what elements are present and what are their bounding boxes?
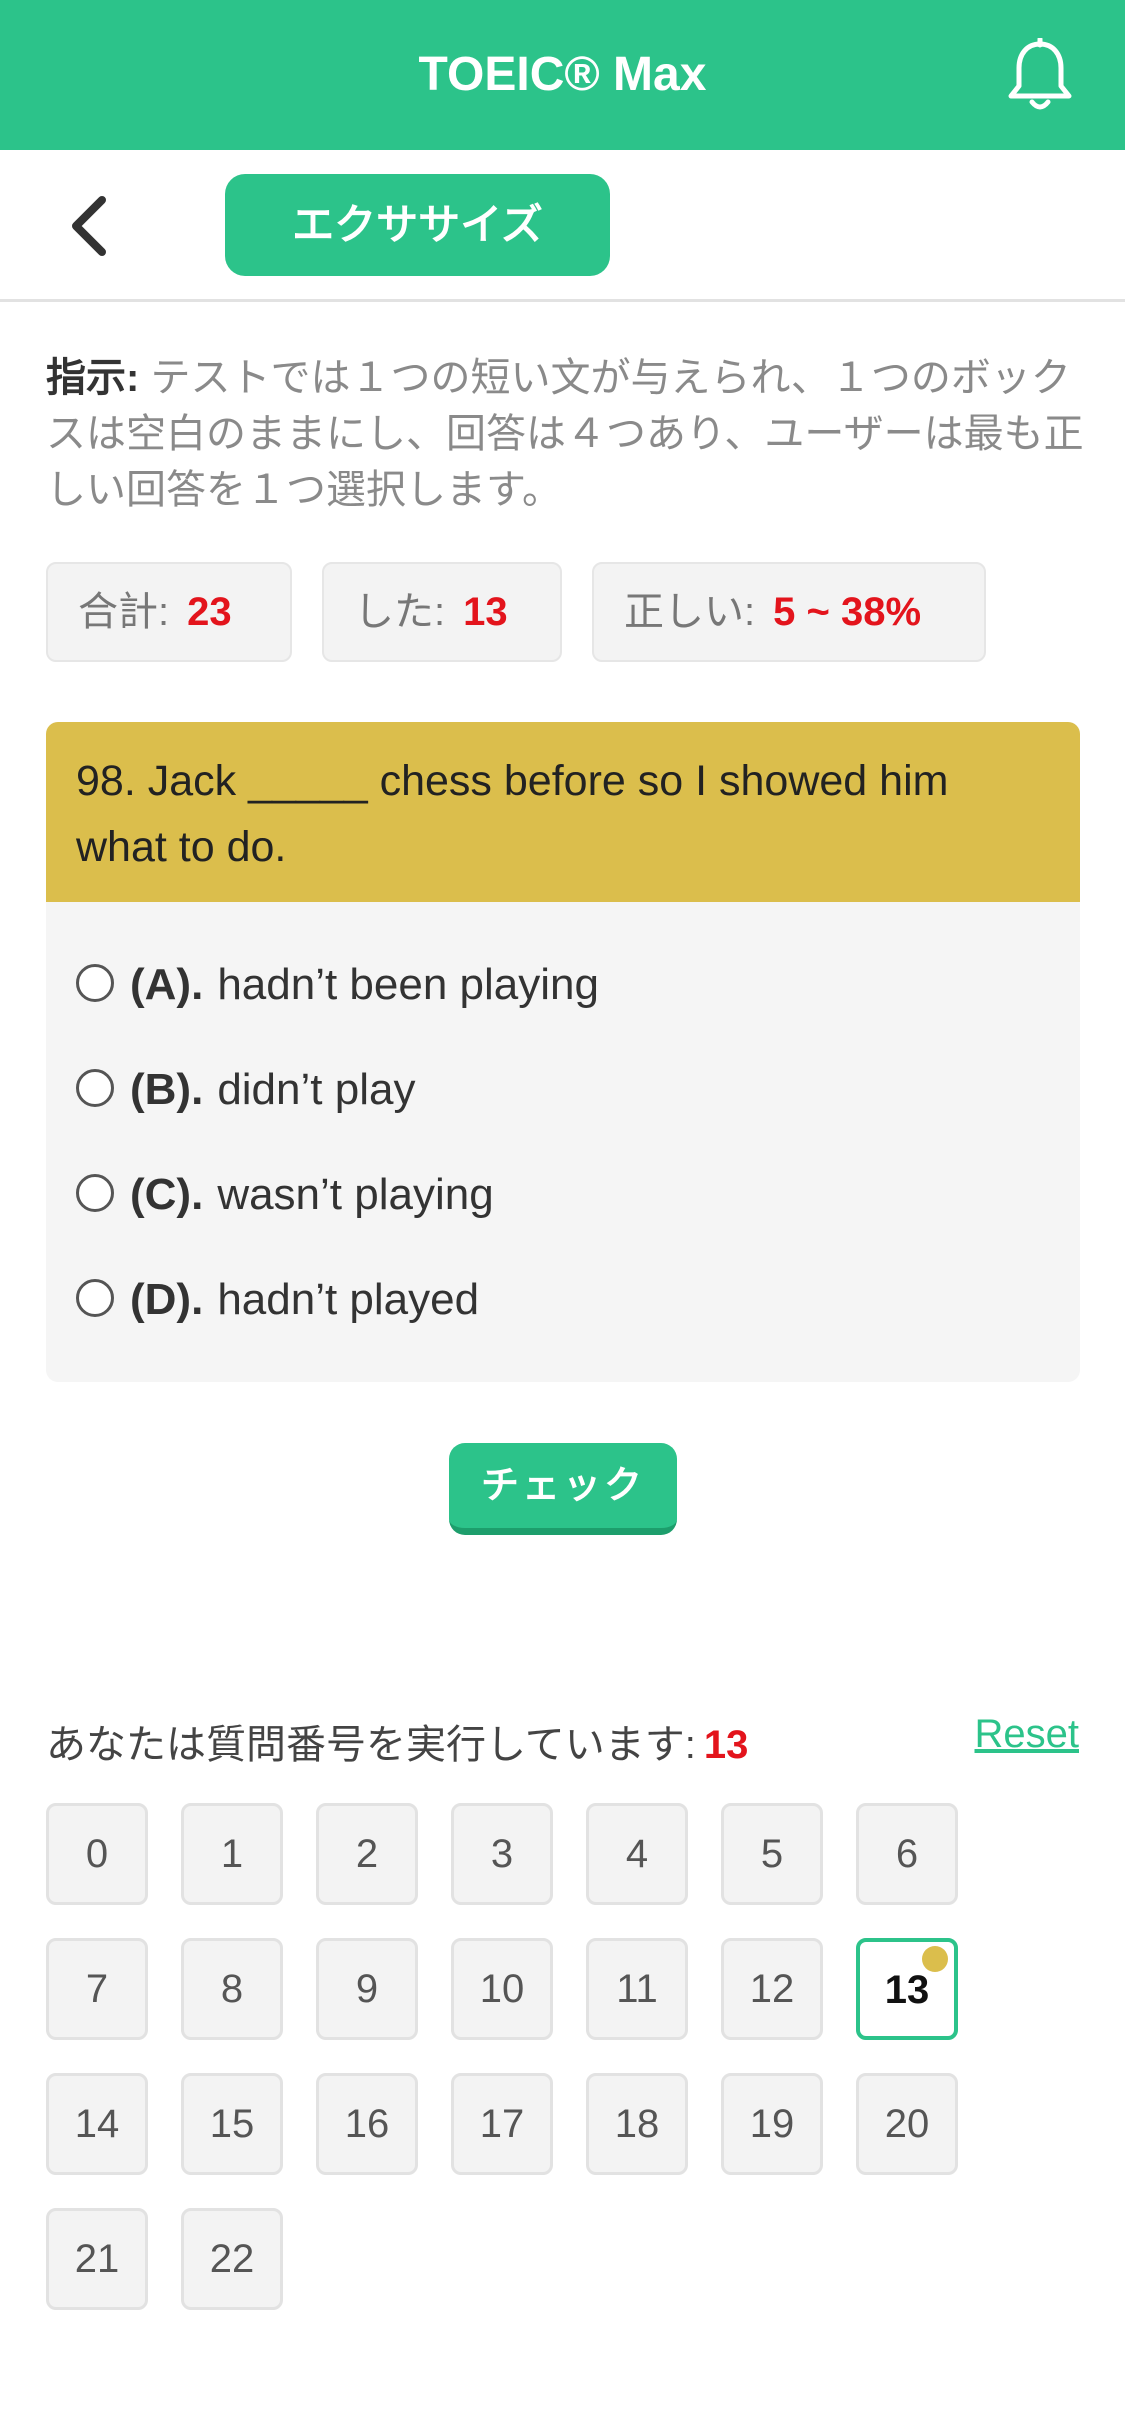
question-number-label: 10	[479, 1967, 525, 2011]
question-number-12[interactable]: 12	[721, 1938, 823, 2040]
question-number-label: 20	[884, 2102, 930, 2146]
option-c[interactable]: (C). wasn’t playing	[76, 1160, 494, 1230]
question-number-11[interactable]: 11	[586, 1938, 688, 2040]
question-number-0[interactable]: 0	[46, 1803, 148, 1905]
question-number-label: 5	[760, 1832, 784, 1876]
question-number-13[interactable]: 13	[856, 1938, 958, 2040]
option-letter: (A).	[130, 960, 204, 1009]
question-number-label: 13	[884, 1968, 930, 2012]
question-number-label: 15	[209, 2102, 255, 2146]
question-number-3[interactable]: 3	[451, 1803, 553, 1905]
instructions: 指示: テストでは１つの短い文が与えられ、１つのボックスは空白のままにし、回答は…	[46, 350, 1086, 518]
question-number-4[interactable]: 4	[586, 1803, 688, 1905]
question-number-label: 22	[209, 2237, 255, 2281]
question-number-label: 14	[74, 2102, 120, 2146]
question-number-7[interactable]: 7	[46, 1938, 148, 2040]
question-card: 98. Jack _____ chess before so I showed …	[46, 722, 1080, 1382]
option-a[interactable]: (A). hadn’t been playing	[76, 950, 599, 1020]
option-b[interactable]: (B). didn’t play	[76, 1055, 415, 1125]
question-number-label: 4	[625, 1832, 649, 1876]
stat-correct: 正しい: 5 ~ 38%	[592, 562, 986, 662]
question-number-6[interactable]: 6	[856, 1803, 958, 1905]
question-number-20[interactable]: 20	[856, 2073, 958, 2175]
option-text: hadn’t been playing	[217, 960, 599, 1009]
instructions-label: 指示:	[46, 356, 140, 400]
question-number-label: 16	[344, 2102, 390, 2146]
question-number-9[interactable]: 9	[316, 1938, 418, 2040]
question-number-5[interactable]: 5	[721, 1803, 823, 1905]
radio-icon[interactable]	[76, 1279, 114, 1318]
question-number-label: 17	[479, 2102, 525, 2146]
question-number-16[interactable]: 16	[316, 2073, 418, 2175]
stat-done-label: した:	[354, 590, 446, 634]
question-number-2[interactable]: 2	[316, 1803, 418, 1905]
question-number-label: 11	[616, 1967, 658, 2011]
stat-done: した: 13	[322, 562, 562, 662]
sub-navigation: エクササイズ	[0, 150, 1125, 302]
question-number-label: 12	[749, 1967, 795, 2011]
back-arrow-icon[interactable]	[62, 192, 118, 260]
app-title: TOEIC® Max	[418, 48, 707, 101]
question-number-14[interactable]: 14	[46, 2073, 148, 2175]
question-number-label: 8	[220, 1967, 244, 2011]
question-number-label: 9	[355, 1967, 379, 2011]
radio-icon[interactable]	[76, 1069, 114, 1108]
stat-correct-value: 5 ~ 38%	[773, 590, 922, 634]
stat-correct-label: 正しい:	[624, 590, 756, 634]
question-number-label: 21	[74, 2237, 120, 2281]
option-letter: (B).	[130, 1065, 204, 1114]
question-number-label: 18	[614, 2102, 660, 2146]
question-number-1[interactable]: 1	[181, 1803, 283, 1905]
radio-icon[interactable]	[76, 964, 114, 1003]
question-number-label: 3	[490, 1832, 514, 1876]
option-text: wasn’t playing	[217, 1170, 494, 1219]
stat-total-value: 23	[187, 590, 232, 634]
stat-total: 合計: 23	[46, 562, 292, 662]
question-number-19[interactable]: 19	[721, 2073, 823, 2175]
check-button[interactable]: チェック	[449, 1443, 677, 1535]
question-number-label: 7	[85, 1967, 109, 2011]
question-number-22[interactable]: 22	[181, 2208, 283, 2310]
question-number-17[interactable]: 17	[451, 2073, 553, 2175]
stat-total-label: 合計:	[78, 590, 170, 634]
stat-done-value: 13	[463, 590, 508, 634]
question-number-18[interactable]: 18	[586, 2073, 688, 2175]
question-number-15[interactable]: 15	[181, 2073, 283, 2175]
question-number-10[interactable]: 10	[451, 1938, 553, 2040]
option-d[interactable]: (D). hadn’t played	[76, 1265, 479, 1335]
question-number-label: 6	[895, 1832, 919, 1876]
option-letter: (D).	[130, 1275, 204, 1324]
question-number-label: 2	[355, 1832, 379, 1876]
exercise-tab-button[interactable]: エクササイズ	[225, 174, 610, 276]
option-text: didn’t play	[217, 1065, 416, 1114]
bell-icon[interactable]	[1005, 38, 1075, 114]
question-number-label: 19	[749, 2102, 795, 2146]
question-number-label: 1	[220, 1832, 244, 1876]
option-letter: (C).	[130, 1170, 204, 1219]
question-text: 98. Jack _____ chess before so I showed …	[46, 722, 1080, 902]
instructions-text: テストでは１つの短い文が与えられ、１つのボックスは空白のままにし、回答は４つあり…	[46, 356, 1084, 512]
app-header: TOEIC® Max	[0, 0, 1125, 150]
current-marker-dot	[922, 1946, 948, 1972]
question-number-8[interactable]: 8	[181, 1938, 283, 2040]
radio-icon[interactable]	[76, 1174, 114, 1213]
question-number-21[interactable]: 21	[46, 2208, 148, 2310]
progress-indicator: あなたは質問番号を実行しています: 13	[46, 1712, 748, 1770]
progress-current: 13	[703, 1723, 749, 1767]
progress-label: あなたは質問番号を実行しています:	[46, 1723, 696, 1767]
question-number-label: 0	[85, 1832, 109, 1876]
reset-link[interactable]: Reset	[975, 1712, 1080, 1757]
option-text: hadn’t played	[217, 1275, 480, 1324]
